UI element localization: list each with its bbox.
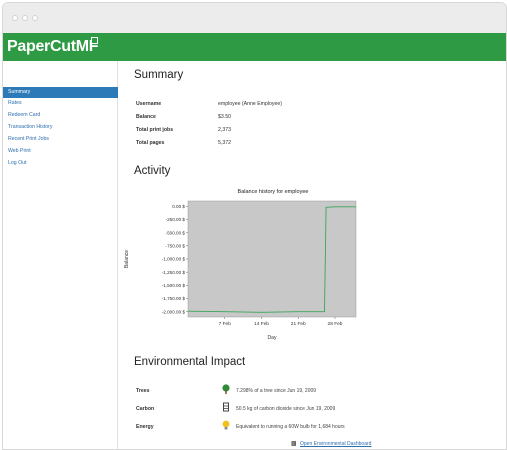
total-print-jobs-label: Total print jobs xyxy=(136,127,174,133)
sidebar-nav: Summary Rates Redeem Card Transaction Hi… xyxy=(3,61,120,449)
summary-heading: Summary xyxy=(134,69,184,81)
balance-history-chart: Balance history for employee 0.00 $ -250.… xyxy=(124,189,357,341)
sidebar-item-redeem-card[interactable]: Redeem Card xyxy=(3,110,120,121)
username-value: employee (Anne Employee) xyxy=(218,101,283,107)
chart-y-axis-label: Balance xyxy=(124,250,130,268)
chart-x-axis: 7 Feb 14 Feb 21 Feb 28 Feb xyxy=(219,317,343,327)
chart-y-tick-label: -750.00 $ xyxy=(166,244,186,249)
sidebar-item-summary[interactable]: Summary xyxy=(3,87,120,98)
balance-label: Balance xyxy=(136,114,156,120)
chart-y-tick-label: -1,250.00 $ xyxy=(162,270,186,275)
main-content: Summary Username employee (Anne Employee… xyxy=(118,61,506,449)
chart-y-axis: 0.00 $ -250.00 $ -500.00 $ -750.00 $ -1,000.… xyxy=(162,204,188,314)
app-header: PaperCutMF xyxy=(3,33,506,61)
chart-x-tick-label: 14 Feb xyxy=(254,321,269,327)
sidebar-item-label: Redeem Card xyxy=(8,112,41,118)
chart-y-tick-label: 0.00 $ xyxy=(172,204,185,209)
carbon-label: Carbon xyxy=(136,406,155,412)
dashboard-icon: ▩ xyxy=(291,441,297,447)
chart-title: Balance history for employee xyxy=(238,189,309,195)
sidebar-item-label: Rates xyxy=(8,100,22,106)
window-minimize-dot[interactable] xyxy=(22,15,28,21)
sidebar-item-web-print[interactable]: Web Print xyxy=(3,146,120,157)
chart-y-tick-label: -1,000.00 $ xyxy=(162,257,186,262)
browser-window: PaperCutMF Summary Rates Redeem Card Tra… xyxy=(2,2,507,450)
chart-y-tick-label: -500.00 $ xyxy=(166,230,186,235)
chart-x-tick-label: 7 Feb xyxy=(219,321,232,327)
window-close-dot[interactable] xyxy=(12,15,18,21)
chart-x-axis-label: Day xyxy=(268,335,277,341)
brand-logo: PaperCutMF xyxy=(7,38,99,55)
brand-mark-icon xyxy=(91,37,98,44)
total-pages-label: Total pages xyxy=(136,140,165,146)
chart-x-tick-label: 21 Feb xyxy=(291,321,306,327)
sidebar-item-label: Transaction History xyxy=(8,124,53,130)
trees-label: Trees xyxy=(136,388,150,394)
balance-value: $3.50 xyxy=(218,114,231,120)
chart-y-tick-label: -1,750.00 $ xyxy=(162,296,186,301)
sidebar-item-rates[interactable]: Rates xyxy=(3,98,120,109)
energy-text: Equivalent to running a 60W bulb for 1,6… xyxy=(236,424,345,430)
carbon-icon xyxy=(223,402,229,412)
chart-y-tick-label: -1,500.00 $ xyxy=(162,283,186,288)
bulb-icon xyxy=(222,420,230,430)
sidebar-item-label: Web Print xyxy=(8,148,31,154)
tree-icon xyxy=(222,384,230,394)
environmental-dashboard-link[interactable]: Open Environmental Dashboard xyxy=(300,441,371,447)
total-pages-value: 5,372 xyxy=(218,140,231,146)
trees-text: 7.298% of a tree since Jun 19, 2009 xyxy=(236,388,317,394)
chart-x-tick-label: 28 Feb xyxy=(328,321,343,327)
username-label: Username xyxy=(136,101,162,107)
sidebar-item-label: Summary xyxy=(8,89,31,95)
sidebar-item-transaction-history[interactable]: Transaction History xyxy=(3,122,120,133)
carbon-text: 50.5 kg of carbon dioxide since Jun 19, … xyxy=(236,406,336,412)
activity-heading: Activity xyxy=(134,165,171,177)
chart-y-tick-label: -250.00 $ xyxy=(166,217,186,222)
window-maximize-dot[interactable] xyxy=(32,15,38,21)
window-titlebar xyxy=(3,3,506,34)
environmental-impact-heading: Environmental Impact xyxy=(134,356,246,368)
sidebar-item-recent-print-jobs[interactable]: Recent Print Jobs xyxy=(3,134,120,145)
sidebar-item-log-out[interactable]: Log Out xyxy=(3,158,120,169)
chart-plot-area xyxy=(187,200,357,318)
sidebar-item-label: Log Out xyxy=(8,160,27,166)
energy-label: Energy xyxy=(136,424,154,430)
chart-y-tick-label: -2,000.00 $ xyxy=(162,309,186,314)
sidebar-item-label: Recent Print Jobs xyxy=(8,136,49,142)
total-print-jobs-value: 2,373 xyxy=(218,127,231,133)
